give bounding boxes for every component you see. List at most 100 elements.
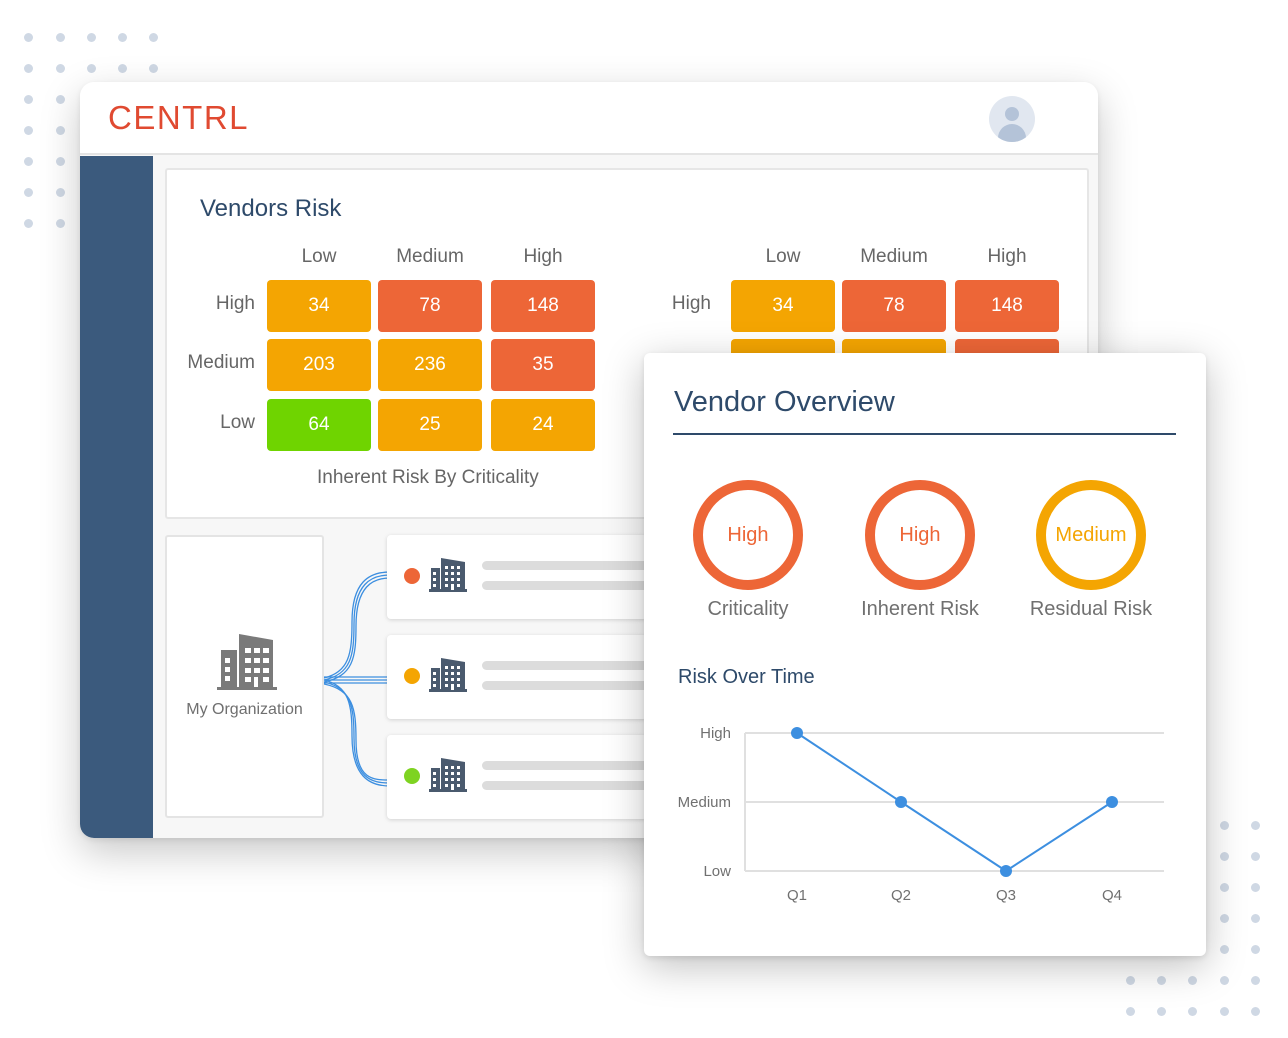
vendor-status-dot (404, 568, 420, 584)
y-tick-label: Low (703, 863, 731, 880)
data-point (1000, 865, 1012, 877)
dot (24, 33, 33, 42)
x-tick-label: Q2 (891, 887, 911, 904)
dot (24, 64, 33, 73)
heatmap-row-header: High (215, 293, 255, 314)
heatmap-column-header: Low (301, 246, 337, 267)
heatmap-cell[interactable]: 34 (267, 280, 371, 332)
dot (1220, 945, 1229, 954)
x-tick-label: Q4 (1102, 887, 1122, 904)
sidebar (80, 156, 153, 838)
heatmap-cell[interactable]: 64 (267, 399, 371, 451)
vendor-card[interactable] (387, 635, 662, 719)
heatmap-cell[interactable]: 78 (842, 280, 946, 332)
dot (1188, 976, 1197, 985)
dot (118, 64, 127, 73)
dot (1251, 945, 1260, 954)
vendor-status-dot (404, 668, 420, 684)
dot (1126, 976, 1135, 985)
heatmap-cell[interactable]: 148 (491, 280, 595, 332)
dot (24, 95, 33, 104)
vendor-card[interactable] (387, 735, 662, 819)
heatmap-column-header: Low (765, 246, 801, 267)
heatmap-column-header: High (987, 246, 1027, 267)
dot (24, 188, 33, 197)
heatmap-row-header: Medium (187, 352, 255, 373)
dot (1220, 852, 1229, 861)
avatar-body (998, 124, 1026, 142)
heatmap-cell[interactable]: 35 (491, 339, 595, 391)
dot (56, 188, 65, 197)
heatmap-cell[interactable]: 236 (378, 339, 482, 391)
dot (56, 219, 65, 228)
dot (1251, 1007, 1260, 1016)
org-label: My Organization (186, 701, 303, 718)
dot (1220, 914, 1229, 923)
dot (1157, 1007, 1166, 1016)
dot (1220, 1007, 1229, 1016)
connector-lines (324, 571, 391, 787)
dot (1251, 914, 1260, 923)
dot (56, 95, 65, 104)
my-organization-box[interactable]: My Organization (165, 535, 324, 818)
x-tick-label: Q1 (787, 887, 807, 904)
heatmap-cell[interactable]: 25 (378, 399, 482, 451)
risk-over-time-chart: Low Medium High Q1 Q2 Q3 Q4 (678, 725, 1164, 904)
x-tick-label: Q3 (996, 887, 1016, 904)
heatmap-cell[interactable]: 148 (955, 280, 1059, 332)
dot (149, 64, 158, 73)
dot (1251, 852, 1260, 861)
dot (1188, 1007, 1197, 1016)
placeholder-line (482, 661, 662, 670)
y-tick-label: High (700, 725, 731, 742)
dot (1251, 883, 1260, 892)
dot (24, 126, 33, 135)
dot (1251, 821, 1260, 830)
dot (56, 126, 65, 135)
heatmap-row-header: High (671, 293, 711, 314)
user-avatar-icon[interactable] (989, 96, 1035, 142)
dot (1157, 976, 1166, 985)
y-tick-label: Medium (678, 794, 731, 811)
heatmap-row-header: Low (220, 412, 255, 433)
dot (1220, 883, 1229, 892)
avatar-head (1005, 107, 1019, 121)
data-point (895, 796, 907, 808)
vendor-overview-card: Vendor Overview High Criticality High Inher… (644, 353, 1206, 956)
vendor-card[interactable] (387, 535, 662, 619)
dot (1126, 1007, 1135, 1016)
dot (56, 64, 65, 73)
dot (87, 33, 96, 42)
placeholder-line (482, 761, 662, 770)
building-icon (217, 634, 277, 690)
dot (1251, 976, 1260, 985)
data-point (791, 727, 803, 739)
top-bar: CENTRL (80, 82, 1098, 155)
centrl-logo: CENTRL (108, 99, 250, 136)
heatmap-cell[interactable]: 203 (267, 339, 371, 391)
heatmap-cell[interactable]: 78 (378, 280, 482, 332)
heatmap-column-header: Medium (860, 246, 928, 267)
vendor-status-dot (404, 768, 420, 784)
placeholder-line (482, 581, 662, 590)
dot (87, 64, 96, 73)
heatmap-column-header: High (523, 246, 563, 267)
heatmap-cell[interactable]: 34 (731, 280, 835, 332)
building-icon (429, 558, 467, 597)
panel-title: Vendors Risk (200, 195, 342, 222)
heatmap-column-header: Medium (396, 246, 464, 267)
placeholder-line (482, 681, 662, 690)
building-icon (429, 658, 467, 697)
dot (24, 157, 33, 166)
data-point (1106, 796, 1118, 808)
heatmap-cell[interactable]: 24 (491, 399, 595, 451)
building-icon (429, 758, 467, 797)
dot (118, 33, 127, 42)
placeholder-line (482, 561, 662, 570)
dot (56, 157, 65, 166)
dot (24, 219, 33, 228)
heatmap-caption: Inherent Risk By Criticality (317, 467, 539, 488)
dot (149, 33, 158, 42)
dot (1220, 976, 1229, 985)
placeholder-line (482, 781, 662, 790)
